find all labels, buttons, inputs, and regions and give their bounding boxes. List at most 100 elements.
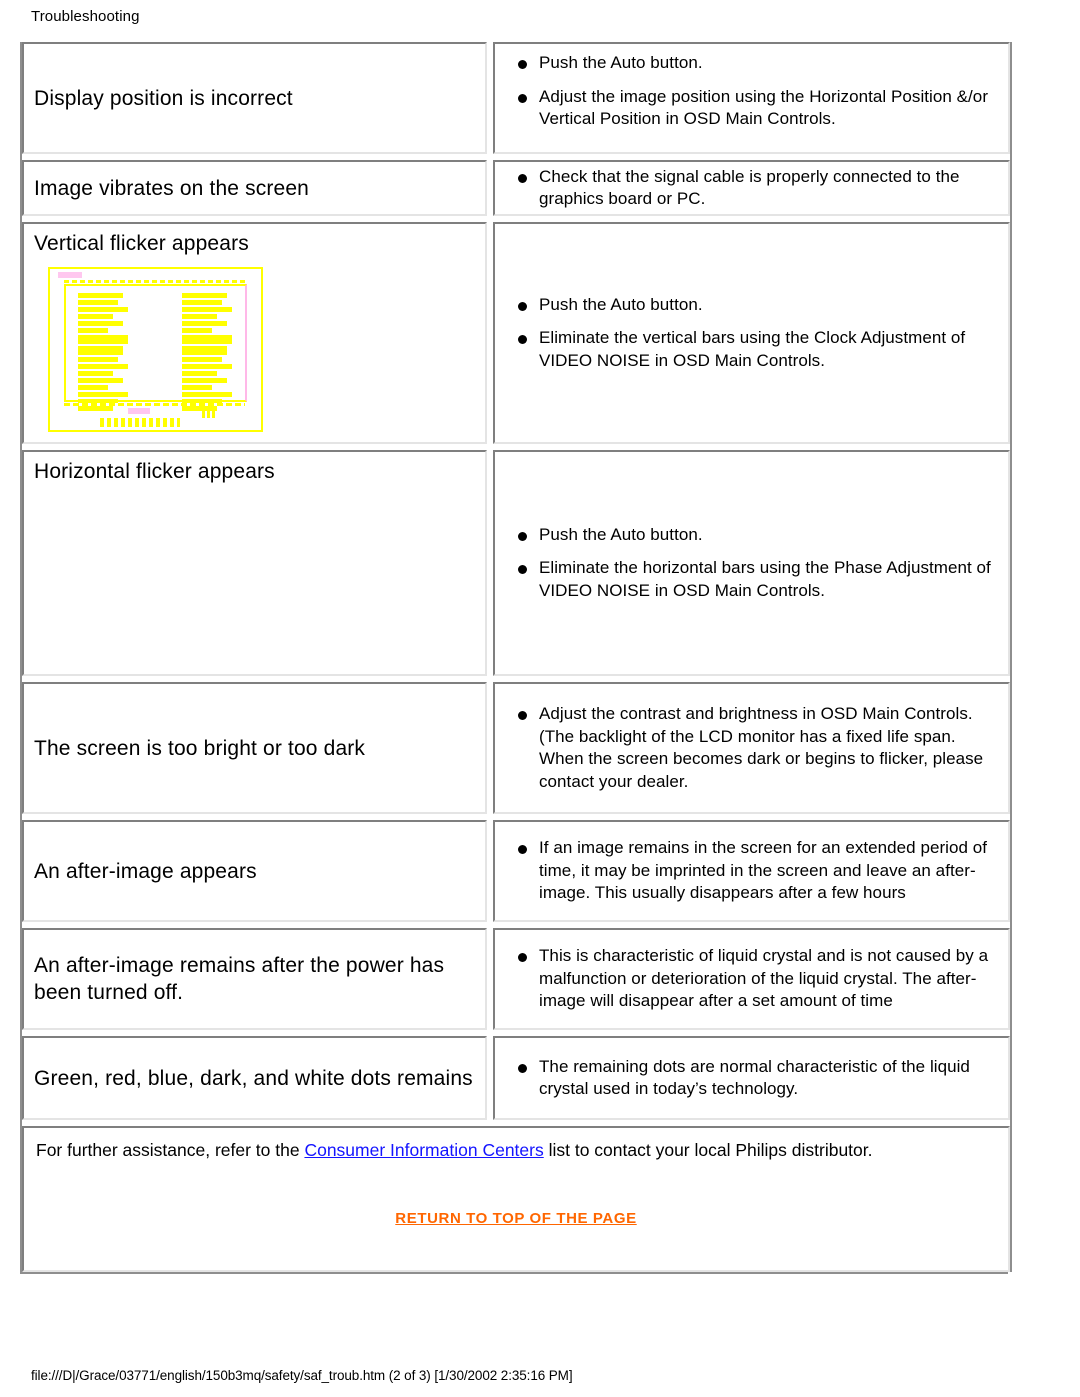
symptom-label: An after-image remains after the power h… xyxy=(34,954,445,1004)
list-item: Adjust the contrast and brightness in OS… xyxy=(505,703,1000,793)
bullet-icon xyxy=(518,711,527,720)
solution-text: The remaining dots are normal characteri… xyxy=(539,1056,970,1099)
symptom-cell: The screen is too bright or too dark xyxy=(22,682,487,814)
table-bottom-border xyxy=(20,1272,1008,1274)
symptom-label: Image vibrates on the screen xyxy=(34,176,310,200)
solution-list: Push the Auto button. Eliminate the verti… xyxy=(505,294,1000,373)
bullet-icon xyxy=(518,1063,527,1073)
symptom-cell: Display position is incorrect xyxy=(22,42,487,154)
return-to-top-link[interactable]: RETURN TO TOP OF THE PAGE xyxy=(395,1210,636,1227)
thumbnail-titlebar xyxy=(58,272,82,278)
solution-list: This is characteristic of liquid crystal… xyxy=(505,945,1000,1013)
thumbnail-footer-text xyxy=(100,418,180,427)
solution-list: Check that the signal cable is properly … xyxy=(505,166,1000,211)
thumbnail-text-line xyxy=(182,378,227,383)
table-row: Display position is incorrect Push the Au… xyxy=(22,42,1010,154)
list-item: Push the Auto button. xyxy=(505,524,1000,547)
thumbnail-text-line xyxy=(182,335,232,344)
symptom-label: Vertical flicker appears xyxy=(34,232,249,255)
thumbnail-text-line xyxy=(78,357,118,362)
thumbnail-text-line xyxy=(78,378,123,383)
list-item: Push the Auto button. xyxy=(505,294,1000,317)
thumbnail-text-line xyxy=(182,314,217,319)
solution-text: Push the Auto button. xyxy=(539,53,703,72)
list-item: Push the Auto button. xyxy=(505,52,1000,75)
solution-cell: Push the Auto button. Eliminate the horiz… xyxy=(493,450,1010,676)
solution-list: If an image remains in the screen for an… xyxy=(505,837,1000,905)
symptom-cell: An after-image remains after the power h… xyxy=(22,928,487,1030)
thumbnail-statusline xyxy=(64,403,245,406)
thumbnail-text-line xyxy=(78,406,113,411)
solution-text: Push the Auto button. xyxy=(539,294,703,314)
troubleshooting-table: Display position is incorrect Push the Au… xyxy=(20,42,1012,1272)
list-item: Eliminate the vertical bars using the Cl… xyxy=(505,327,1000,372)
solution-text: Adjust the contrast and brightness in OS… xyxy=(539,704,984,791)
thumbnail-menubar xyxy=(64,280,245,283)
symptom-cell: Green, red, blue, dark, and white dots r… xyxy=(22,1036,487,1120)
thumbnail-text-line xyxy=(182,300,222,305)
vertical-flicker-example-thumbnail xyxy=(48,267,263,432)
bullet-icon xyxy=(518,953,527,963)
symptom-cell: Image vibrates on the screen xyxy=(22,160,487,216)
bullet-icon xyxy=(518,93,527,103)
page-title: Troubleshooting xyxy=(31,8,140,25)
symptom-label: Display position is incorrect xyxy=(34,86,293,110)
thumbnail-text-line xyxy=(182,307,232,312)
table-row: Image vibrates on the screen Check that t… xyxy=(22,160,1010,216)
thumbnail-text-line xyxy=(182,321,227,326)
solution-list: Push the Auto button. Adjust the image po… xyxy=(505,52,1000,131)
thumbnail-text-line xyxy=(78,385,108,390)
table-row: Green, red, blue, dark, and white dots r… xyxy=(22,1036,1010,1120)
bullet-icon xyxy=(518,301,527,311)
assistance-note-text: For further assistance, refer to the Con… xyxy=(36,1138,996,1162)
thumbnail-text-line xyxy=(78,328,108,333)
thumbnail-text-line xyxy=(182,392,232,397)
thumbnail-text-column-right xyxy=(182,293,232,411)
thumbnail-text-line xyxy=(78,364,128,369)
table-row: An after-image appears If an image remain… xyxy=(22,820,1010,922)
thumbnail-box-icon xyxy=(202,411,216,418)
thumbnail-button xyxy=(128,408,150,414)
bullet-icon xyxy=(518,845,527,855)
symptom-cell: An after-image appears xyxy=(22,820,487,922)
solution-list: The remaining dots are normal characteri… xyxy=(505,1056,1000,1101)
note-text-after-link: list to contact your local Philips distr… xyxy=(543,1140,873,1160)
thumbnail-text-line xyxy=(182,293,227,298)
table-row: Vertical flicker appears Push the Auto bu… xyxy=(22,222,1010,444)
solution-text: Push the Auto button. xyxy=(539,524,703,544)
thumbnail-text-line xyxy=(182,385,212,390)
solution-list: Adjust the contrast and brightness in OS… xyxy=(505,703,1000,793)
solution-text: If an image remains in the screen for an… xyxy=(539,838,988,903)
bullet-icon xyxy=(518,565,527,575)
solution-cell: Push the Auto button. Eliminate the verti… xyxy=(493,222,1010,444)
symptom-cell: Horizontal flicker appears xyxy=(22,450,487,676)
thumbnail-text-line xyxy=(182,357,222,362)
thumbnail-text-line xyxy=(182,346,227,355)
solution-list: Push the Auto button. Eliminate the horiz… xyxy=(505,524,1000,603)
solution-text: Eliminate the horizontal bars using the … xyxy=(539,558,991,600)
bullet-icon xyxy=(518,60,527,69)
table-row: Horizontal flicker appears Push the Auto … xyxy=(22,450,1010,676)
thumbnail-text-line xyxy=(78,321,123,326)
solution-text: This is characteristic of liquid crystal… xyxy=(539,946,989,1011)
solution-text: Adjust the image position using the Hori… xyxy=(539,86,989,129)
list-item: Check that the signal cable is properly … xyxy=(505,166,1000,211)
solution-cell: If an image remains in the screen for an… xyxy=(493,820,1010,922)
symptom-label: The screen is too bright or too dark xyxy=(34,736,366,760)
thumbnail-text-line xyxy=(78,300,118,305)
assistance-note-row: For further assistance, refer to the Con… xyxy=(22,1126,1010,1272)
list-item: The remaining dots are normal characteri… xyxy=(505,1056,1000,1101)
consumer-information-centers-link[interactable]: Consumer Information Centers xyxy=(304,1140,543,1160)
thumbnail-text-line xyxy=(78,371,113,376)
table-row: An after-image remains after the power h… xyxy=(22,928,1010,1030)
thumbnail-text-line xyxy=(78,293,123,298)
thumbnail-text-line xyxy=(78,314,113,319)
symptom-cell: Vertical flicker appears xyxy=(22,222,487,444)
solution-text: Eliminate the vertical bars using the Cl… xyxy=(539,328,966,370)
solution-cell: Adjust the contrast and brightness in OS… xyxy=(493,682,1010,814)
solution-cell: This is characteristic of liquid crystal… xyxy=(493,928,1010,1030)
thumbnail-text-line xyxy=(78,307,128,312)
thumbnail-text-line xyxy=(182,364,232,369)
note-text-before-link: For further assistance, refer to the xyxy=(36,1140,305,1160)
thumbnail-text-line xyxy=(182,371,217,376)
